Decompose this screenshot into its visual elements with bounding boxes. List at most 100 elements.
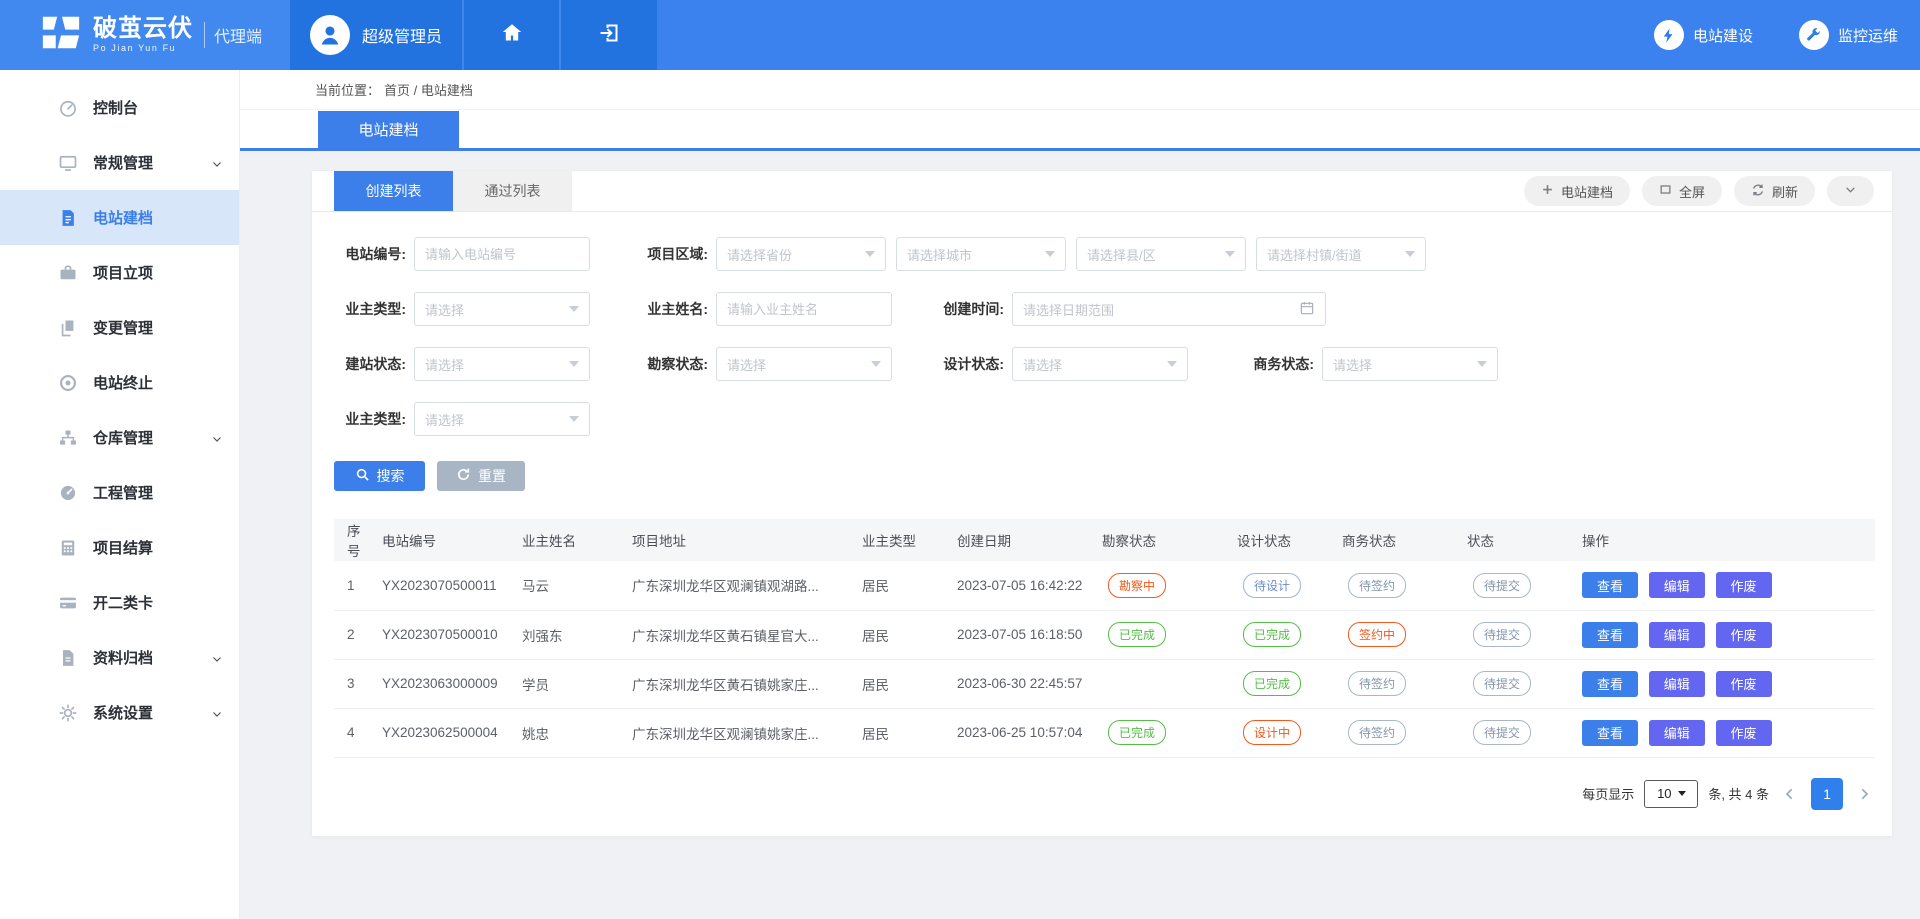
- target-circle-icon: [58, 373, 78, 393]
- module-monitor-ops[interactable]: 监控运维: [1799, 20, 1898, 50]
- cell-owner: 姚忠: [514, 708, 624, 757]
- edit-button[interactable]: 编辑: [1649, 622, 1705, 648]
- business-status-select[interactable]: 请选择: [1322, 347, 1498, 381]
- user-name: 超级管理员: [362, 23, 442, 47]
- filter-actions: 搜索 重置: [334, 461, 1892, 491]
- cell-no: 1: [334, 561, 374, 610]
- sidebar-item-warehouse-management[interactable]: 仓库管理: [0, 410, 239, 465]
- filter-business-status: 商务状态: 请选择: [1238, 347, 1498, 381]
- cell-code: YX2023070500010: [374, 610, 514, 659]
- cell-created: 2023-06-25 10:57:04: [949, 708, 1094, 757]
- caret-down-icon: [569, 306, 579, 312]
- copy-pages-icon: [58, 318, 78, 338]
- edit-button[interactable]: 编辑: [1649, 720, 1705, 746]
- logout-button[interactable]: [559, 0, 657, 70]
- sidebar-item-console[interactable]: 控制台: [0, 80, 239, 135]
- sidebar-item-station-termination[interactable]: 电站终止: [0, 355, 239, 410]
- filter-station-code: 电站编号:: [334, 237, 590, 271]
- survey-status-badge: 已完成: [1108, 720, 1166, 745]
- brand-logo: 破茧云伏 Po Jian Yun Fu 代理端: [0, 0, 290, 70]
- void-button[interactable]: 作废: [1716, 572, 1772, 598]
- sidebar-item-data-archive[interactable]: 资料归档: [0, 630, 239, 685]
- page-number-button[interactable]: 1: [1811, 778, 1843, 810]
- owner-type2-select[interactable]: 请选择: [414, 402, 590, 436]
- collapse-button[interactable]: [1827, 176, 1874, 206]
- build-status-select[interactable]: 请选择: [414, 347, 590, 381]
- app-window: 破茧云伏 Po Jian Yun Fu 代理端 超级管理员: [0, 0, 1920, 919]
- sidebar-item-class2-card[interactable]: 开二类卡: [0, 575, 239, 630]
- owner-type2-label: 业主类型:: [334, 409, 406, 429]
- pagination: 每页显示 10 条, 共 4 条 1: [312, 778, 1875, 810]
- sidebar-item-project-settlement[interactable]: 项目结算: [0, 520, 239, 575]
- edit-button[interactable]: 编辑: [1649, 572, 1705, 598]
- design-status-select[interactable]: 请选择: [1012, 347, 1188, 381]
- province-select[interactable]: 请选择省份: [716, 237, 886, 271]
- town-placeholder: 请选择村镇/街道: [1267, 245, 1362, 264]
- page-tab-bar: 电站建档: [240, 110, 1920, 151]
- station-table: 序号 电站编号 业主姓名 项目地址 业主类型 创建日期 勘察状态 设计状态 商务…: [334, 519, 1875, 758]
- content-card: 创建列表 通过列表 电站建档 全屏 刷新: [312, 171, 1892, 836]
- district-select[interactable]: 请选择县/区: [1076, 237, 1246, 271]
- view-button[interactable]: 查看: [1582, 622, 1638, 648]
- total-count-label: 条, 共 4 条: [1708, 784, 1769, 803]
- module-monitor-ops-label: 监控运维: [1838, 25, 1898, 46]
- void-button[interactable]: 作废: [1716, 622, 1772, 648]
- card-toolbar: 电站建档 全屏 刷新: [1524, 171, 1892, 211]
- city-select[interactable]: 请选择城市: [896, 237, 1066, 271]
- edit-button[interactable]: 编辑: [1649, 671, 1705, 697]
- design-status-badge: 已完成: [1243, 671, 1301, 696]
- void-button[interactable]: 作废: [1716, 720, 1772, 746]
- fullscreen-button[interactable]: 全屏: [1642, 176, 1722, 206]
- sidebar-item-station-archive[interactable]: 电站建档: [0, 190, 239, 245]
- col-header-type: 业主类型: [854, 519, 949, 561]
- design-status-label: 设计状态:: [928, 354, 1004, 374]
- cell-code: YX2023062500004: [374, 708, 514, 757]
- home-button[interactable]: [462, 0, 559, 70]
- refresh-button[interactable]: 刷新: [1734, 176, 1815, 206]
- owner-name-input[interactable]: [716, 292, 892, 326]
- station-code-input[interactable]: [414, 237, 590, 271]
- col-header-created: 创建日期: [949, 519, 1094, 561]
- page-tab-station-archive[interactable]: 电站建档: [318, 111, 459, 148]
- sidebar-item-label: 变更管理: [93, 317, 153, 338]
- module-station-build[interactable]: 电站建设: [1654, 20, 1753, 50]
- sidebar-item-project-initiation[interactable]: 项目立项: [0, 245, 239, 300]
- status-badge: 待提交: [1473, 622, 1531, 647]
- void-button[interactable]: 作废: [1716, 671, 1772, 697]
- caret-down-icon: [1167, 361, 1177, 367]
- region-label: 项目区域:: [632, 244, 708, 264]
- file-icon: [58, 648, 78, 668]
- sidebar-item-engineering-management[interactable]: 工程管理: [0, 465, 239, 520]
- reset-button[interactable]: 重置: [437, 461, 525, 491]
- cell-created: 2023-07-05 16:18:50: [949, 610, 1094, 659]
- sidebar: 控制台 常规管理 电站建档 项目立项: [0, 70, 240, 919]
- sidebar-item-system-settings[interactable]: 系统设置: [0, 685, 239, 740]
- business-status-placeholder: 请选择: [1333, 355, 1372, 374]
- sidebar-item-label: 电站终止: [93, 372, 153, 393]
- breadcrumb-path[interactable]: 首页 / 电站建档: [384, 80, 473, 99]
- caret-down-icon: [871, 361, 881, 367]
- caret-down-icon: [865, 251, 875, 257]
- search-button[interactable]: 搜索: [334, 461, 425, 491]
- create-time-range-input[interactable]: 请选择日期范围: [1012, 292, 1326, 326]
- per-page-select[interactable]: 10: [1644, 780, 1698, 808]
- tab-create-list[interactable]: 创建列表: [334, 171, 453, 211]
- next-page-button[interactable]: [1853, 786, 1875, 802]
- tab-approved-list[interactable]: 通过列表: [453, 171, 572, 211]
- owner-type-select[interactable]: 请选择: [414, 292, 590, 326]
- design-status-badge: 已完成: [1243, 622, 1301, 647]
- sidebar-item-change-management[interactable]: 变更管理: [0, 300, 239, 355]
- survey-status-select[interactable]: 请选择: [716, 347, 892, 381]
- view-button[interactable]: 查看: [1582, 572, 1638, 598]
- view-button[interactable]: 查看: [1582, 671, 1638, 697]
- town-select[interactable]: 请选择村镇/街道: [1256, 237, 1426, 271]
- view-button[interactable]: 查看: [1582, 720, 1638, 746]
- user-menu[interactable]: 超级管理员: [290, 0, 462, 70]
- sidebar-item-general-management[interactable]: 常规管理: [0, 135, 239, 190]
- brand-subtitle: Po Jian Yun Fu: [93, 44, 193, 54]
- prev-page-button[interactable]: [1779, 786, 1801, 802]
- filter-build-status: 建站状态: 请选择: [334, 347, 590, 381]
- add-station-button[interactable]: 电站建档: [1524, 176, 1630, 206]
- fullscreen-icon: [1659, 183, 1672, 199]
- filter-create-time: 创建时间: 请选择日期范围: [928, 292, 1326, 326]
